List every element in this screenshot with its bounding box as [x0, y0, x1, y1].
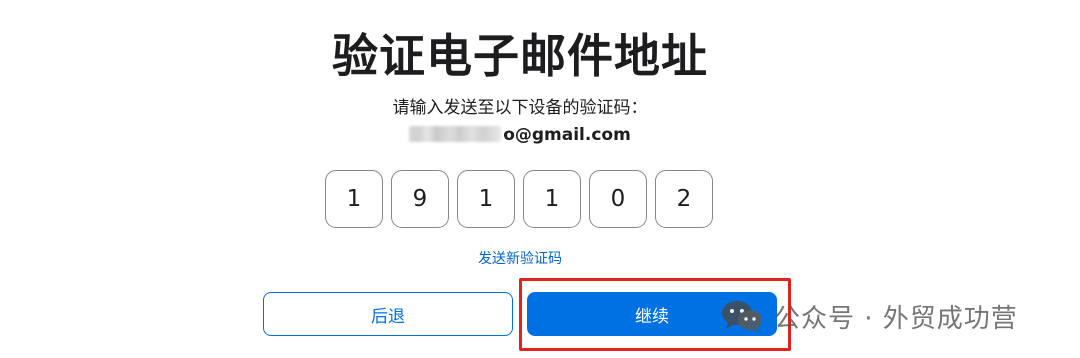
resend-code-link[interactable]: 发送新验证码: [0, 248, 1040, 268]
continue-button[interactable]: 继续: [527, 292, 777, 336]
page-title: 验证电子邮件地址: [332, 29, 708, 83]
email-address: o@gmail.com: [0, 123, 1040, 147]
instruction-text: 请输入发送至以下设备的验证码：: [392, 98, 648, 118]
code-digit-4[interactable]: 1: [523, 170, 581, 228]
code-digit-1[interactable]: 1: [325, 170, 383, 228]
email-visible-part: o@gmail.com: [503, 125, 631, 145]
redacted-email-prefix: [409, 126, 502, 142]
code-digit-2[interactable]: 9: [391, 170, 449, 228]
code-digit-3[interactable]: 1: [457, 170, 515, 228]
verification-code-inputs: 1 9 1 1 0 2: [325, 170, 713, 228]
watermark-text: 公众号 · 外贸成功营: [774, 303, 1018, 334]
code-digit-6[interactable]: 2: [655, 170, 713, 228]
code-digit-5[interactable]: 0: [589, 170, 647, 228]
back-button[interactable]: 后退: [263, 292, 513, 336]
